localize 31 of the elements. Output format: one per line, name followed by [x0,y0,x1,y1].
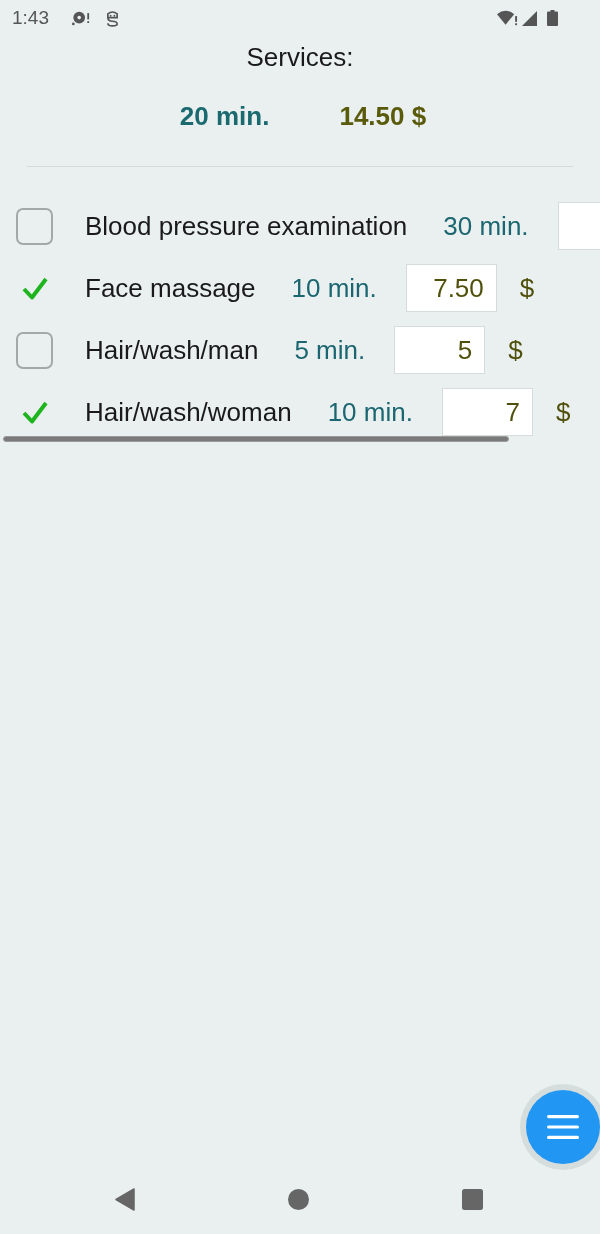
check-icon[interactable] [21,276,48,300]
price-field[interactable]: 7.50 [405,264,497,312]
service-duration: 10 min. [327,397,413,427]
total-duration: 20 min. [179,101,270,131]
service-duration: 5 min. [294,335,366,365]
check-icon[interactable] [21,400,48,424]
currency-sign: $ [508,335,523,365]
disc-icon [72,10,90,26]
status-time: 1:43 [12,7,49,29]
service-name: Hair/wash/woman [85,397,292,427]
home-icon[interactable] [288,1188,309,1210]
service-name: Blood pressure examination [85,211,408,241]
battery-icon [547,10,558,26]
menu-icon [547,1115,579,1139]
price-field[interactable]: 7 [441,388,533,436]
back-icon[interactable] [115,1187,135,1211]
robot-icon [106,9,119,27]
recent-apps-icon[interactable] [462,1188,483,1210]
wifi-icon [497,10,518,26]
total-price: 14.50 $ [339,101,427,131]
page-title: Services: [245,42,355,72]
service-duration: 30 min. [443,211,529,241]
service-name: Face massage [85,273,256,303]
checkbox[interactable] [16,207,53,245]
signal-icon [522,10,537,26]
service-duration: 10 min. [291,273,377,303]
currency-sign: $ [519,273,535,303]
currency-sign: $ [555,397,571,427]
checkbox[interactable] [16,331,53,369]
service-name: Hair/wash/man [85,335,259,365]
price-field[interactable]: 5 [394,326,486,374]
